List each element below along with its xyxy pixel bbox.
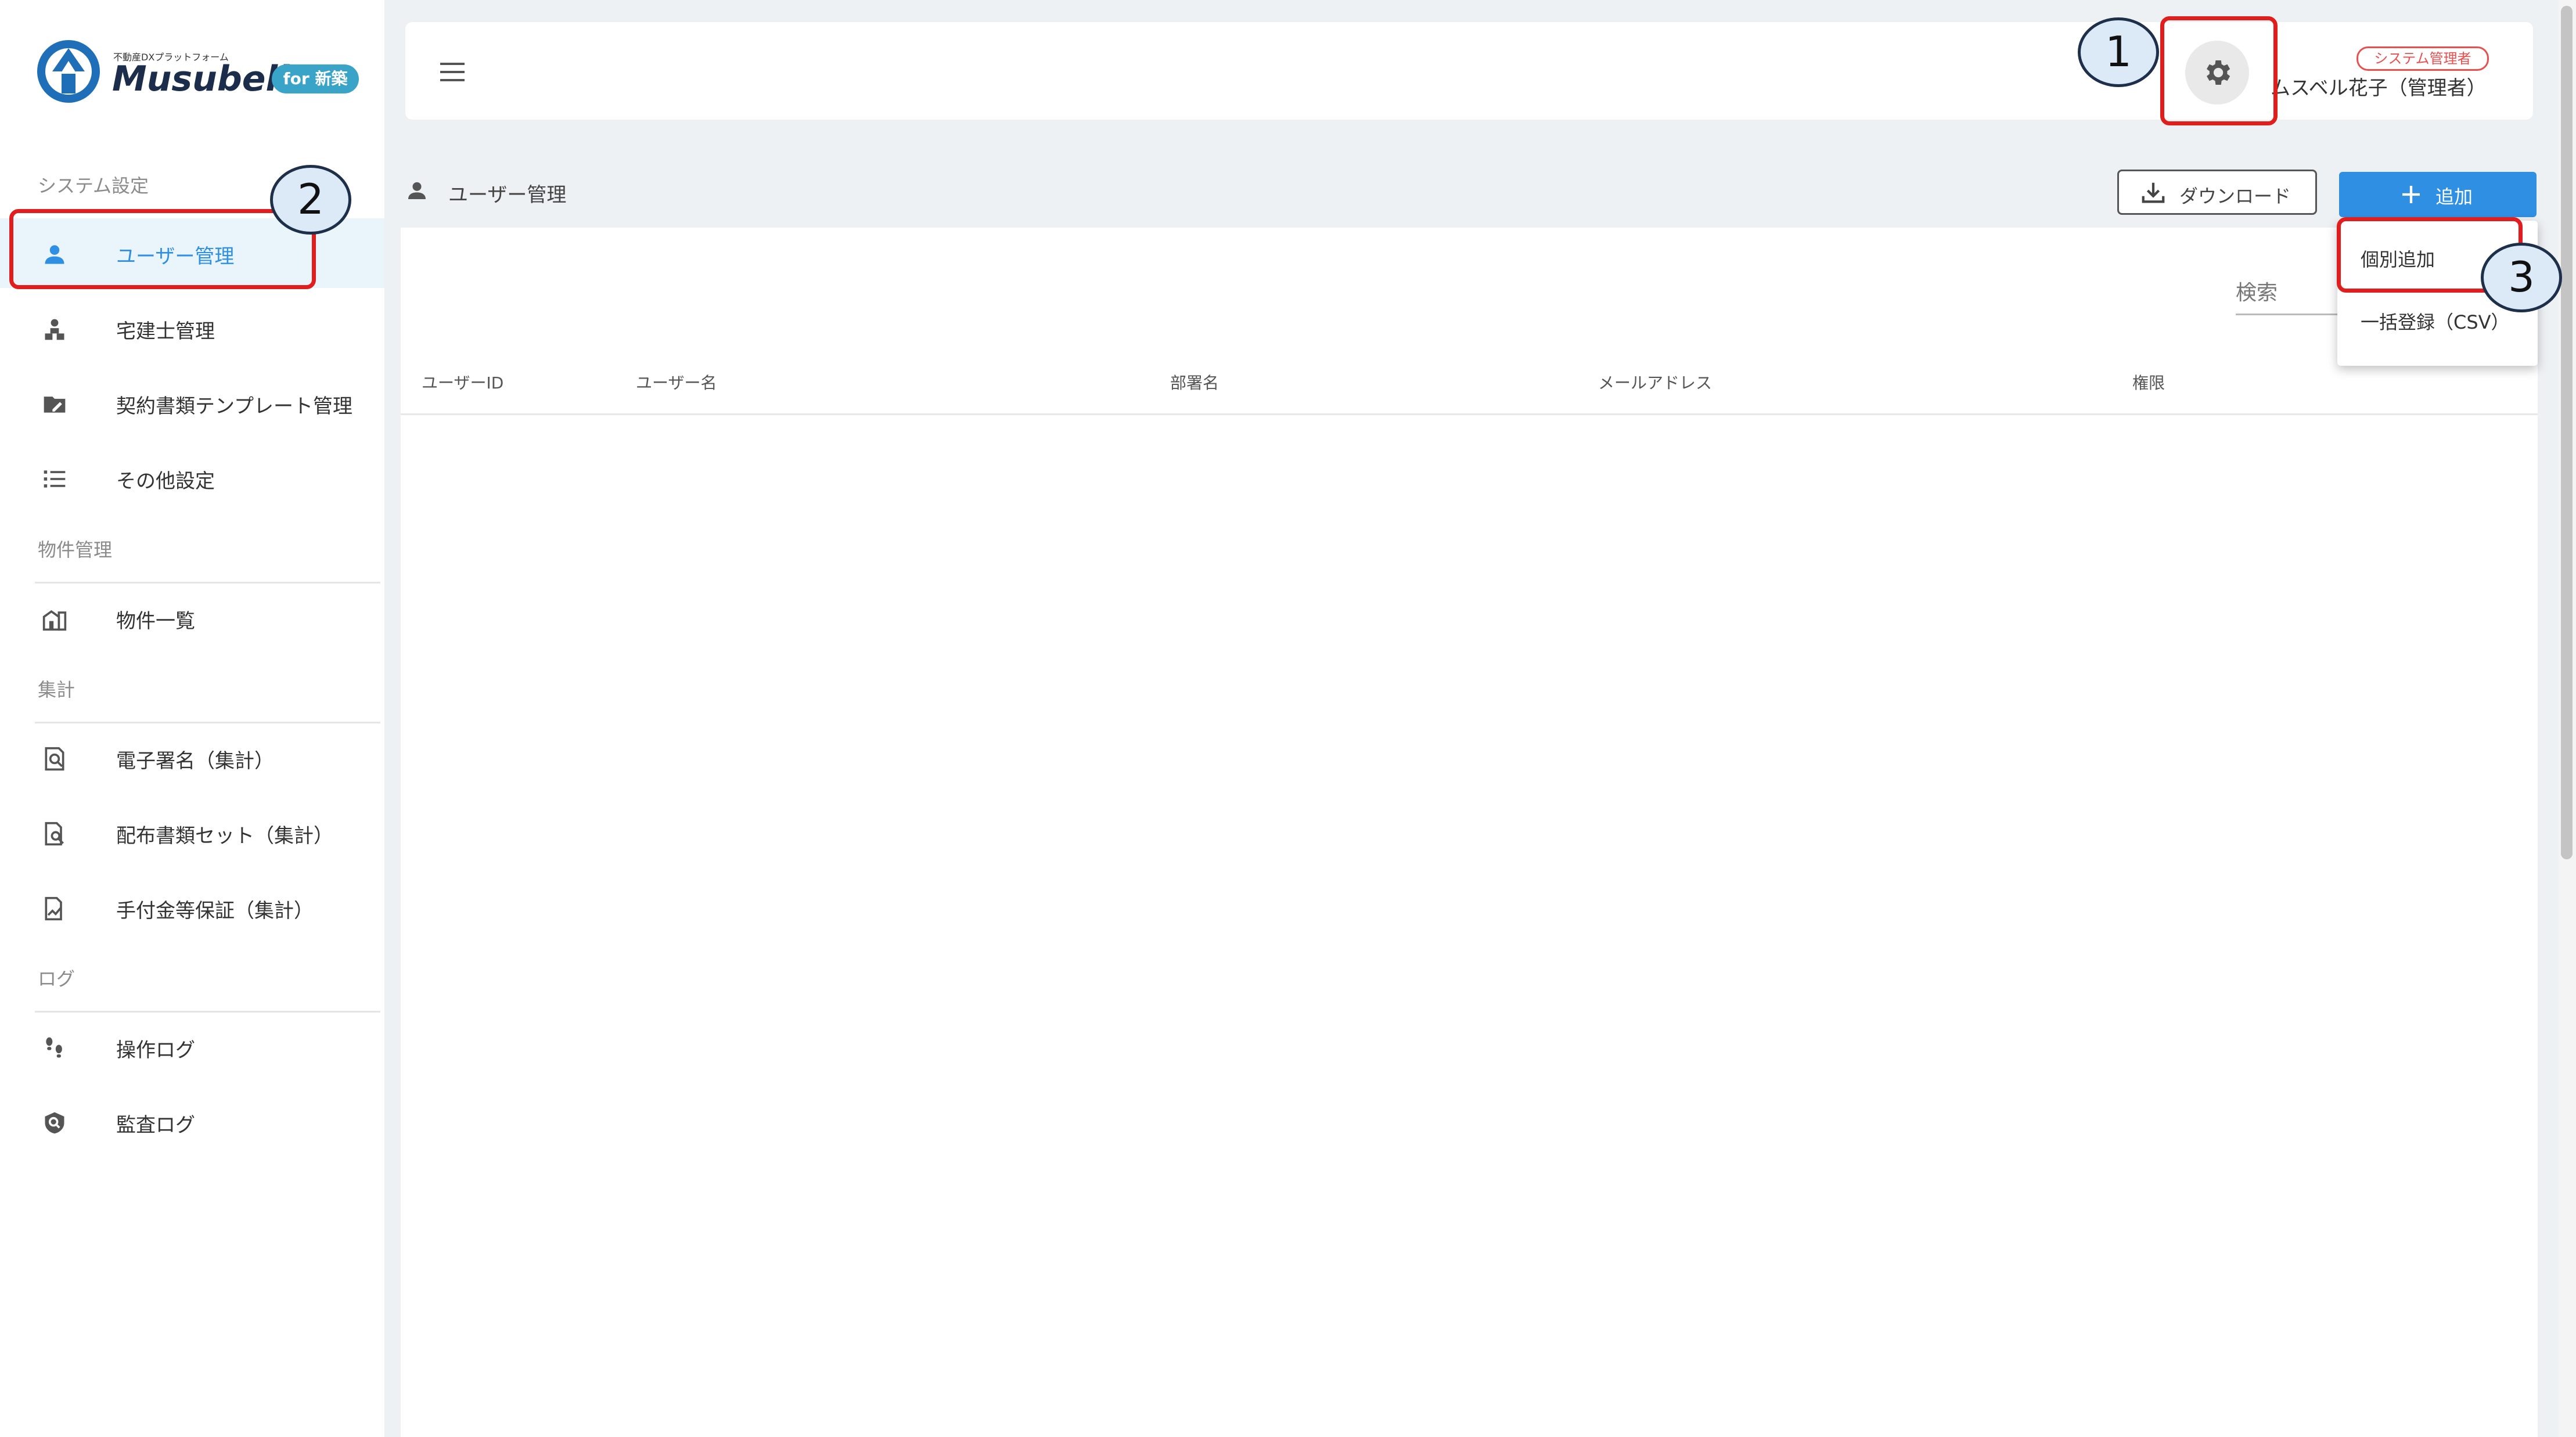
doc-chart-icon (45, 896, 62, 921)
sidebar-item-audit-log[interactable]: 監査ログ (0, 1087, 384, 1157)
menu-item-bulk-register-csv[interactable]: 一括登録（CSV） (2361, 308, 2510, 334)
highlight-settings-button (2160, 16, 2278, 125)
highlight-user-management (9, 209, 316, 289)
add-button[interactable]: 追加 (2339, 172, 2537, 217)
column-header-user-name[interactable]: ユーザー名 (636, 370, 717, 394)
section-label-system-settings: システム設定 (38, 175, 149, 197)
list-icon (44, 470, 66, 488)
column-header-department[interactable]: 部署名 (1170, 370, 1219, 394)
hamburger-menu-icon[interactable] (440, 63, 465, 81)
sidebar-item-label: その他設定 (116, 470, 215, 493)
sidebar-item-label: 操作ログ (116, 1039, 195, 1062)
logo-tag: for 新築 (272, 64, 359, 93)
download-label: ダウンロード (2179, 185, 2291, 207)
section-label-summary: 集計 (38, 679, 75, 701)
callout-3: 3 (2481, 243, 2562, 312)
column-header-email[interactable]: メールアドレス (1598, 370, 1712, 394)
sidebar-item-agent-management[interactable]: 宅建士管理 (0, 293, 384, 363)
folder-edit-icon (44, 397, 66, 413)
logo[interactable]: 不動産DXプラットフォーム Musubell for 新築 (35, 38, 360, 107)
callout-1: 1 (2078, 17, 2159, 87)
role-badge: システム管理者 (2356, 46, 2489, 71)
sidebar-item-label: 電子署名（集計） (116, 750, 274, 773)
plus-icon (2402, 186, 2420, 203)
sidebar-item-label: 物件一覧 (116, 610, 195, 633)
user-table-panel (401, 228, 2538, 1437)
sidebar-item-esign-summary[interactable]: 電子署名（集計） (0, 723, 384, 793)
add-label: 追加 (2435, 186, 2473, 208)
column-header-user-id[interactable]: ユーザーID (422, 370, 503, 394)
callout-2: 2 (270, 165, 351, 235)
table-header-divider (401, 413, 2538, 415)
search-underline (2236, 314, 2340, 315)
section-label-property: 物件管理 (38, 539, 113, 561)
sidebar-item-other-settings[interactable]: その他設定 (0, 443, 384, 513)
person-icon (408, 182, 426, 199)
logo-mark-icon (37, 40, 100, 103)
doc-search-icon (45, 747, 64, 771)
building-icon (42, 610, 67, 631)
agent-icon (45, 319, 64, 340)
sidebar-item-label: 手付金等保証（集計） (116, 899, 314, 923)
download-button[interactable]: ダウンロード (2117, 170, 2317, 215)
footsteps-icon (46, 1037, 62, 1058)
sidebar-item-property-list[interactable]: 物件一覧 (0, 583, 384, 653)
sidebar-item-template-management[interactable]: 契約書類テンプレート管理 (0, 368, 384, 438)
scrollbar-thumb[interactable] (2561, 6, 2573, 859)
sidebar-item-distribution-summary[interactable]: 配布書類セット（集計） (0, 798, 384, 867)
sidebar-item-label: 配布書類セット（集計） (116, 824, 333, 848)
sidebar-item-deposit-guarantee-summary[interactable]: 手付金等保証（集計） (0, 873, 384, 942)
column-header-permission[interactable]: 権限 (2132, 370, 2165, 394)
search-input[interactable]: 検索 (2236, 276, 2278, 306)
sidebar-item-operation-log[interactable]: 操作ログ (0, 1012, 384, 1082)
sidebar-item-label: 監査ログ (116, 1114, 195, 1137)
shield-search-icon (45, 1112, 64, 1134)
logo-name: Musubell (112, 59, 290, 99)
user-name[interactable]: ムスベル花子（管理者） (2271, 72, 2487, 100)
download-icon (2142, 182, 2165, 203)
doc-magnify-icon (45, 822, 64, 846)
page-title: ユーザー管理 (448, 183, 567, 207)
section-label-logs: ログ (38, 968, 75, 990)
sidebar-item-label: 契約書類テンプレート管理 (116, 395, 352, 418)
sidebar-item-label: 宅建士管理 (116, 320, 215, 343)
